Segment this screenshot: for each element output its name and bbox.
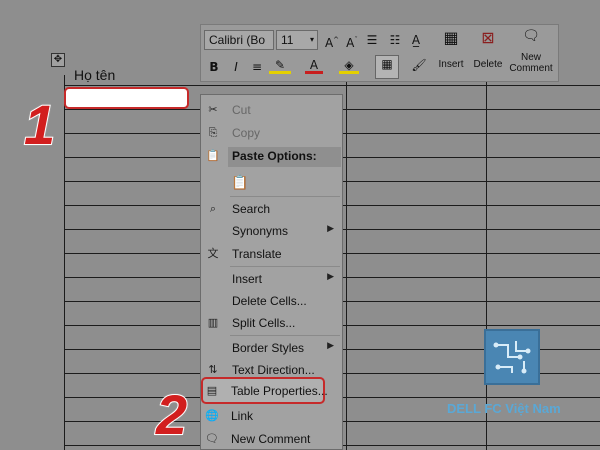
menu-item-border-styles[interactable]: Border Styles ▶	[201, 337, 342, 359]
font-size-box[interactable]: 11 ▾	[276, 30, 318, 50]
menu-item-label: Paste Options:	[232, 149, 317, 163]
split-cells-icon: ▥	[207, 316, 219, 329]
menu-item-label: New Comment	[231, 432, 311, 446]
new-comment-line2: Comment	[509, 63, 553, 74]
menu-separator	[230, 196, 340, 197]
menu-item-label: Cut	[232, 103, 251, 117]
italic-icon[interactable]: I	[229, 59, 243, 75]
table-properties-icon: ▤	[206, 384, 218, 397]
new-comment-line1: New	[520, 52, 541, 63]
menu-item-paste-options: 📋 Paste Options:	[201, 145, 342, 167]
highlight-icon[interactable]: ✎	[269, 57, 291, 74]
table-border	[346, 75, 347, 450]
menu-separator	[230, 266, 340, 267]
step-number-1: 1	[23, 92, 56, 157]
borders-icon[interactable]: ▦	[375, 55, 399, 79]
chevron-right-icon: ▶	[327, 224, 334, 234]
copy-icon: ⎘	[208, 126, 218, 139]
comment-icon: 🗨	[205, 432, 219, 445]
font-name-box[interactable]: Calibri (Bo	[204, 30, 274, 50]
font-color-icon[interactable]: A	[305, 57, 323, 74]
font-name-value: Calibri (Bo	[209, 33, 266, 47]
menu-item-synonyms[interactable]: Synonyms ▶	[201, 220, 342, 242]
menu-item-label: Split Cells...	[232, 316, 296, 330]
table-border	[64, 85, 600, 86]
font-size-value: 11	[281, 33, 294, 47]
numbering-icon[interactable]: ☷	[387, 32, 403, 48]
step-number-2: 2	[155, 382, 188, 447]
menu-item-label: Synonyms	[232, 224, 289, 238]
menu-item-delete-cells[interactable]: Delete Cells...	[201, 290, 342, 312]
new-comment-icon[interactable]: 🗨	[521, 28, 541, 44]
new-comment-label[interactable]: New Comment	[507, 52, 555, 74]
menu-item-label: Insert	[232, 272, 263, 286]
insert-label[interactable]: Insert	[434, 59, 468, 70]
menu-item-label: Link	[231, 409, 254, 423]
center-align-icon[interactable]: ≡	[250, 59, 264, 75]
bold-icon[interactable]: B	[207, 59, 221, 75]
document-page: ✥ Họ tên 1 Calibri (Bo 11 ▾ A^ Aˇ ☰ ☷ A̲…	[0, 0, 600, 450]
circuit-icon	[493, 341, 531, 374]
format-painter-icon[interactable]: 🖌	[411, 57, 427, 73]
menu-item-label: Search	[232, 202, 271, 216]
menu-item-label: Table Properties...	[231, 384, 328, 398]
menu-item-label: Border Styles	[232, 341, 305, 355]
text-direction-icon: ⇅	[208, 363, 218, 376]
delete-table-icon[interactable]: ⊠	[478, 30, 498, 46]
paste-icon: 📋	[206, 149, 220, 162]
menu-item-search[interactable]: ⌕ Search	[201, 198, 342, 220]
watermark-logo	[484, 329, 540, 385]
table-header-cell[interactable]: Họ tên	[74, 67, 115, 83]
menu-item-translate[interactable]: 文 Translate	[201, 243, 342, 265]
table-move-handle-icon[interactable]: ✥	[51, 53, 65, 67]
styles-icon[interactable]: A̲	[408, 32, 424, 48]
clipboard-icon: 📋	[231, 175, 249, 191]
menu-separator	[230, 335, 340, 336]
menu-item-cut[interactable]: ✂ Cut	[201, 99, 342, 121]
chevron-right-icon: ▶	[327, 341, 334, 351]
link-icon: 🌐	[205, 409, 219, 422]
chevron-right-icon: ▶	[327, 272, 334, 282]
scissors-icon: ✂	[208, 103, 218, 116]
translate-icon: 文	[207, 247, 219, 260]
menu-item-paste-keep-formatting[interactable]: 📋	[201, 171, 342, 195]
chevron-down-icon: ▾	[309, 35, 314, 44]
shrink-font-icon[interactable]: Aˇ	[344, 32, 360, 51]
shading-icon[interactable]: ◈	[339, 57, 359, 74]
menu-item-new-comment[interactable]: 🗨 New Comment	[200, 428, 341, 450]
menu-item-copy[interactable]: ⎘ Copy	[201, 122, 342, 144]
grow-font-icon[interactable]: A^	[324, 32, 340, 51]
delete-label[interactable]: Delete	[470, 59, 506, 70]
watermark-text: DELL FC Việt Nam	[447, 401, 561, 416]
table-border	[486, 75, 487, 450]
search-icon: ⌕	[209, 202, 217, 215]
menu-item-split-cells[interactable]: ▥ Split Cells...	[201, 312, 342, 334]
menu-item-insert[interactable]: Insert ▶	[201, 268, 342, 290]
menu-item-label: Copy	[232, 126, 261, 140]
mini-toolbar: Calibri (Bo 11 ▾ A^ Aˇ ☰ ☷ A̲ B I ≡ ✎ A …	[200, 24, 559, 82]
menu-item-label: Text Direction...	[232, 363, 315, 377]
table-border	[64, 75, 65, 450]
menu-item-label: Translate	[232, 247, 282, 261]
insert-table-icon[interactable]: ▦	[441, 30, 461, 46]
bullets-icon[interactable]: ☰	[364, 32, 380, 48]
menu-item-link[interactable]: 🌐 Link	[200, 405, 341, 427]
selected-cell[interactable]	[64, 87, 189, 109]
menu-item-label: Delete Cells...	[232, 294, 307, 308]
menu-item-table-properties[interactable]: ▤ Table Properties...	[200, 380, 341, 402]
